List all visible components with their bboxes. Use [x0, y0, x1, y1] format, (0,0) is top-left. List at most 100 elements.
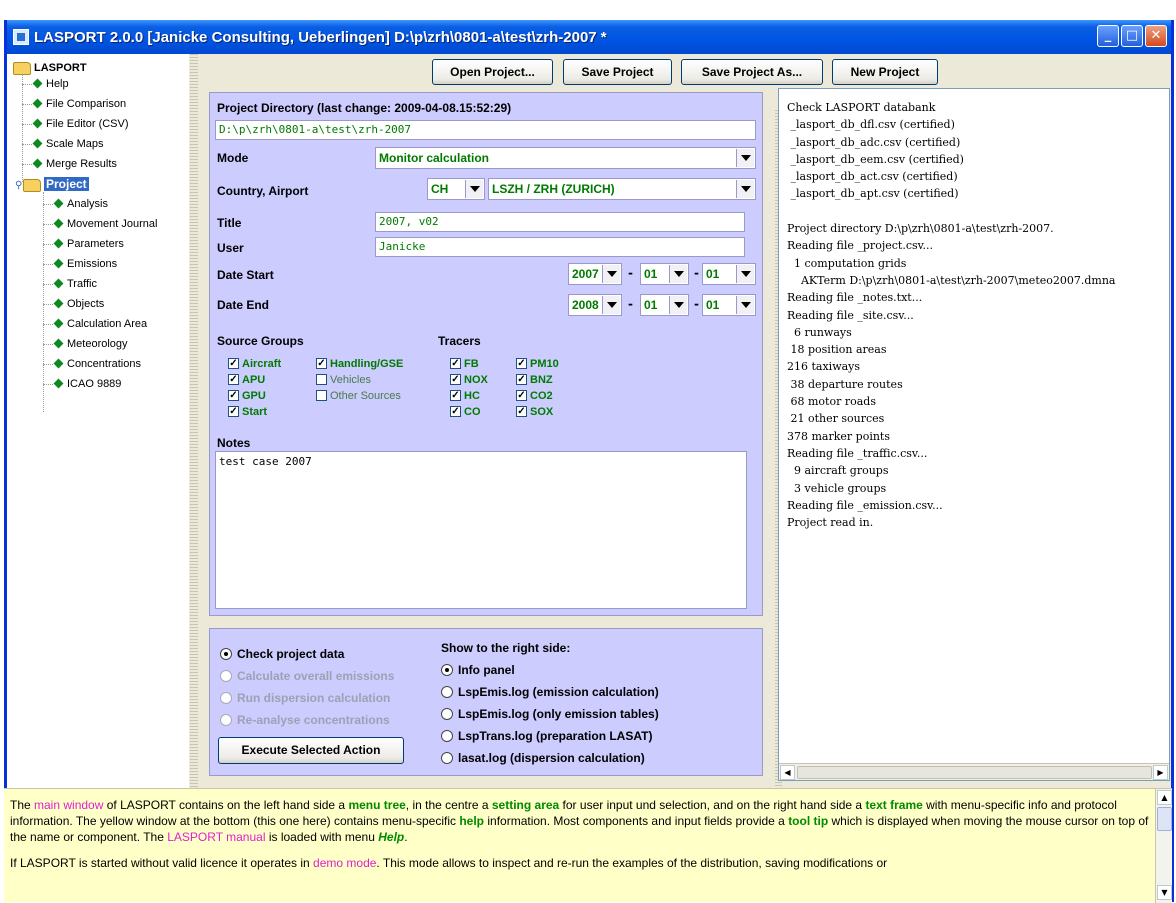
title-label: Title: [217, 216, 242, 230]
tree-splitter[interactable]: [190, 54, 198, 789]
scroll-up-icon[interactable]: ▲: [1157, 790, 1172, 805]
tree-item-parameters[interactable]: Parameters: [43, 234, 124, 254]
source-group-apu-checkbox[interactable]: ✓ APU: [228, 373, 265, 387]
minimize-button[interactable]: _: [1097, 25, 1119, 47]
chevron-down-icon[interactable]: [736, 296, 754, 314]
chevron-down-icon[interactable]: [669, 296, 687, 314]
tree-item-calculation-area[interactable]: Calculation Area: [43, 314, 147, 334]
tree-item-file-comparison[interactable]: File Comparison: [22, 94, 126, 114]
tracer-pm10-checkbox[interactable]: ✓ PM10: [516, 357, 559, 371]
date-end-year-select[interactable]: 2008: [568, 294, 622, 316]
info-line: 378 marker points: [787, 429, 891, 443]
tree-item-movement-journal[interactable]: Movement Journal: [43, 214, 158, 234]
expand-handle-icon[interactable]: ⚲: [15, 176, 23, 196]
tracer-co-checkbox[interactable]: ✓ CO: [450, 405, 481, 419]
title-field[interactable]: 2007, v02: [375, 212, 745, 232]
date-end-month-select[interactable]: 01: [640, 294, 689, 316]
action-check-radio[interactable]: Check project data: [220, 646, 344, 662]
tree-item-traffic[interactable]: Traffic: [43, 274, 97, 294]
info-text-frame[interactable]: Check LASPORT databank _lasport_db_dfl.c…: [778, 88, 1170, 781]
source-group-handling-checkbox[interactable]: ✓ Handling/GSE: [316, 357, 403, 371]
title-bar[interactable]: LASPORT 2.0.0 [Janicke Consulting, Ueber…: [7, 20, 1171, 54]
source-group-start-checkbox[interactable]: ✓ Start: [228, 405, 267, 419]
show-lspemis-radio[interactable]: LspEmis.log (emission calculation): [441, 684, 659, 700]
mode-select[interactable]: Monitor calculation: [375, 147, 756, 169]
tree-item-project[interactable]: ⚲ Project: [15, 174, 89, 194]
notes-textarea[interactable]: test case 2007: [215, 451, 747, 609]
scroll-left-icon[interactable]: ◀: [780, 765, 795, 780]
scroll-down-icon[interactable]: ▼: [1157, 885, 1172, 900]
project-directory-field[interactable]: D:\p\zrh\0801-a\test\zrh-2007: [215, 120, 756, 140]
checkmark-icon: ✓: [228, 357, 239, 369]
tracer-hc-checkbox[interactable]: ✓ HC: [450, 389, 480, 403]
source-group-other-checkbox[interactable]: Other Sources: [316, 389, 401, 403]
tree-item-objects[interactable]: Objects: [43, 294, 104, 314]
source-group-aircraft-checkbox[interactable]: ✓ Aircraft: [228, 357, 281, 371]
source-group-vehicles-checkbox[interactable]: Vehicles: [316, 373, 371, 387]
project-settings-panel: Project Directory (last change: 2009-04-…: [209, 92, 763, 616]
tree-item-scale-maps[interactable]: Scale Maps: [22, 134, 103, 154]
tree-item-help[interactable]: Help: [22, 74, 69, 94]
show-lasat-log-radio[interactable]: lasat.log (dispersion calculation): [441, 750, 645, 766]
new-project-button[interactable]: New Project: [832, 59, 938, 85]
user-field[interactable]: Janicke: [375, 237, 745, 257]
open-project-button[interactable]: Open Project...: [432, 59, 553, 85]
date-start-day-select[interactable]: 01: [702, 263, 756, 285]
scroll-thumb[interactable]: [1157, 807, 1172, 831]
show-info-panel-radio[interactable]: Info panel: [441, 662, 515, 678]
chevron-down-icon[interactable]: [669, 265, 687, 283]
scroll-right-icon[interactable]: ▶: [1153, 765, 1168, 780]
link-demo-mode[interactable]: demo mode: [313, 856, 376, 870]
scroll-thumb[interactable]: [797, 766, 1152, 779]
country-select[interactable]: CH: [427, 178, 485, 200]
info-line: [787, 203, 1115, 220]
chevron-down-icon[interactable]: [602, 265, 620, 283]
tree-item-meteorology[interactable]: Meteorology: [43, 334, 128, 354]
chevron-down-icon[interactable]: [602, 296, 620, 314]
close-button[interactable]: ✕: [1145, 25, 1167, 47]
checkmark-icon: ✓: [228, 405, 239, 417]
tracer-bnz-checkbox[interactable]: ✓ BNZ: [516, 373, 553, 387]
tree-item-file-editor[interactable]: File Editor (CSV): [22, 114, 129, 134]
checkmark-icon: ✓: [228, 389, 239, 401]
help-text: The main window of LASPORT contains on t…: [10, 797, 1150, 881]
project-directory-label: Project Directory (last change: 2009-04-…: [217, 101, 512, 115]
close-icon: ✕: [1150, 28, 1162, 43]
horizontal-scrollbar[interactable]: ◀ ▶: [779, 763, 1169, 780]
tracer-sox-checkbox[interactable]: ✓ SOX: [516, 405, 553, 419]
tree-item-icao-9889[interactable]: ICAO 9889: [43, 374, 121, 394]
action-emissions-radio[interactable]: Calculate overall emissions: [220, 668, 394, 684]
maximize-button[interactable]: □: [1121, 25, 1143, 47]
chevron-down-icon[interactable]: [736, 180, 754, 198]
chevron-down-icon[interactable]: [736, 149, 754, 167]
show-lsptrans-radio[interactable]: LspTrans.log (preparation LASAT): [441, 728, 652, 744]
user-label: User: [217, 241, 244, 255]
info-line: Check LASPORT databank: [787, 101, 936, 114]
execute-action-button[interactable]: Execute Selected Action: [218, 737, 404, 764]
show-lspemis-tables-radio[interactable]: LspEmis.log (only emission tables): [441, 706, 659, 722]
tree-item-emissions[interactable]: Emissions: [43, 254, 117, 274]
tracer-nox-checkbox[interactable]: ✓ NOX: [450, 373, 488, 387]
tracer-fb-checkbox[interactable]: ✓ FB: [450, 357, 479, 371]
link-main-window[interactable]: main window: [34, 798, 103, 812]
save-project-as-button[interactable]: Save Project As...: [681, 59, 823, 85]
menu-tree: LASPORT Help File Comparison File Editor…: [7, 54, 189, 789]
tree-item-merge-results[interactable]: Merge Results: [22, 154, 117, 174]
airport-select[interactable]: LSZH / ZRH (ZURICH): [488, 178, 756, 200]
source-group-gpu-checkbox[interactable]: ✓ GPU: [228, 389, 266, 403]
date-start-month-select[interactable]: 01: [640, 263, 689, 285]
tree-item-concentrations[interactable]: Concentrations: [43, 354, 141, 374]
chevron-down-icon[interactable]: [736, 265, 754, 283]
info-line: AKTerm D:\p\zrh\0801-a\test\zrh-2007\met…: [787, 273, 1116, 287]
save-project-button[interactable]: Save Project: [563, 59, 672, 85]
action-reanalyse-radio[interactable]: Re-analyse concentrations: [220, 712, 390, 728]
action-dispersion-radio[interactable]: Run dispersion calculation: [220, 690, 390, 706]
date-start-year-select[interactable]: 2007: [568, 263, 622, 285]
node-diamond-icon: [53, 238, 64, 249]
vertical-scrollbar[interactable]: ▲ ▼: [1155, 789, 1172, 903]
tracer-co2-checkbox[interactable]: ✓ CO2: [516, 389, 553, 403]
date-end-day-select[interactable]: 01: [702, 294, 756, 316]
tree-item-analysis[interactable]: Analysis: [43, 194, 108, 214]
chevron-down-icon[interactable]: [465, 180, 483, 198]
link-lasport-manual[interactable]: LASPORT manual: [167, 830, 265, 844]
